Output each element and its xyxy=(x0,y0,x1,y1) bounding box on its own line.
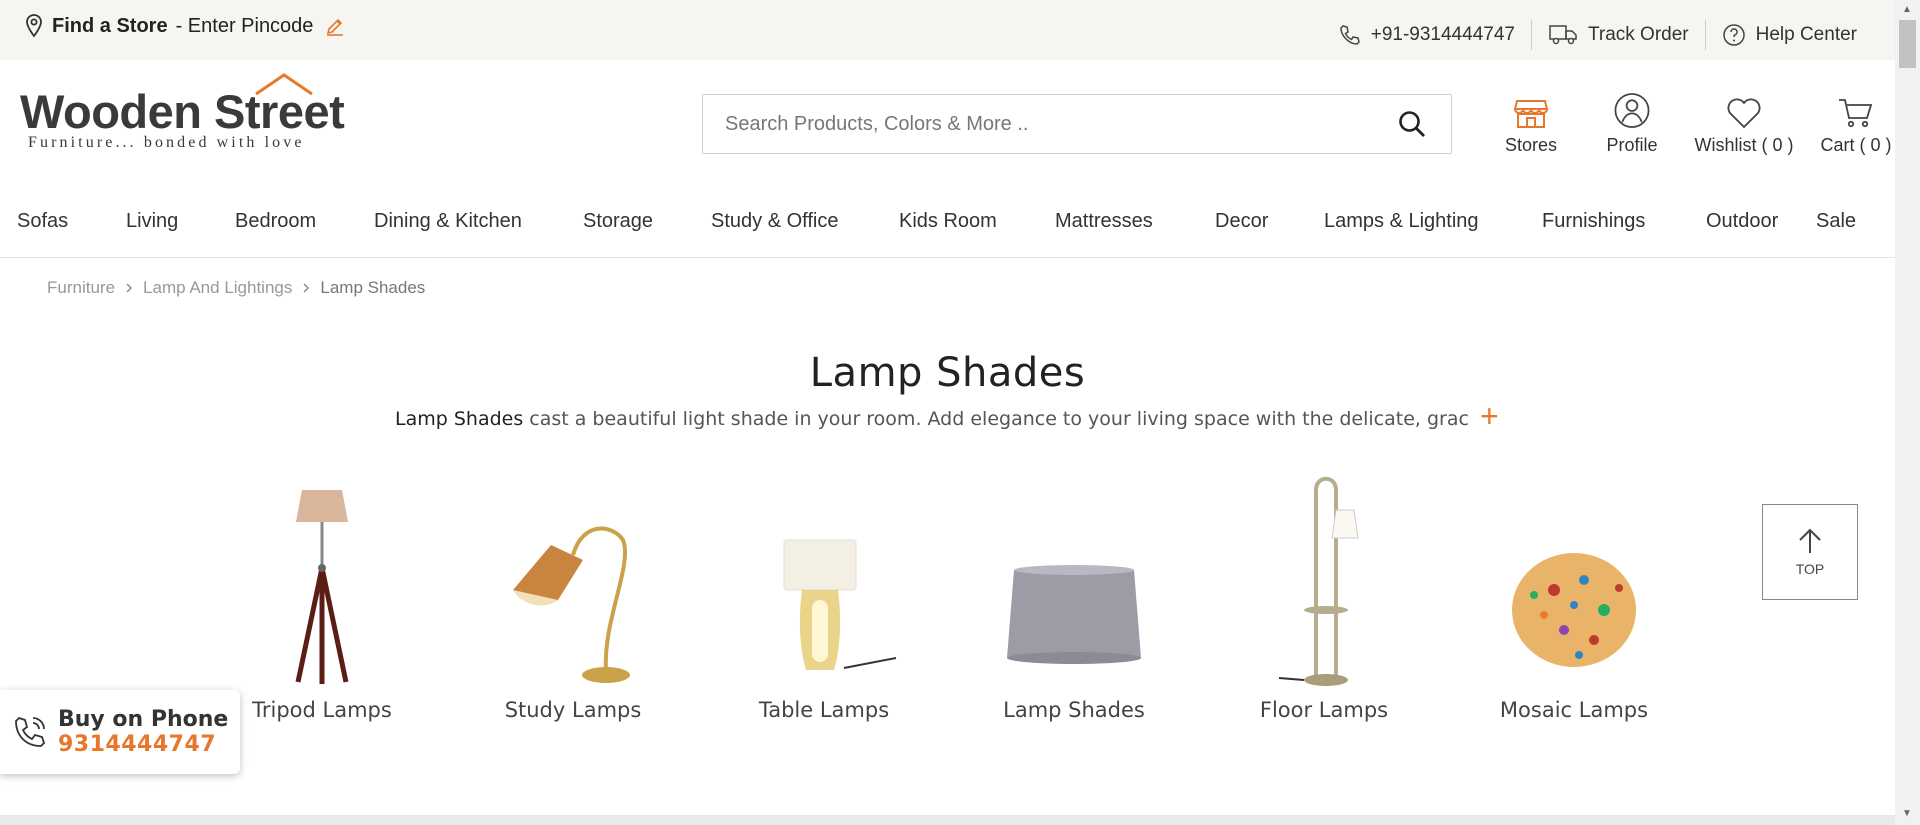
cart-label: Cart ( 0 ) xyxy=(1820,135,1892,155)
help-center-link[interactable]: Help Center xyxy=(1706,22,1873,48)
buy-on-phone-widget[interactable]: Buy on Phone 9314444747 xyxy=(0,690,240,774)
search-icon xyxy=(1399,111,1425,137)
logo-tagline: Furniture... bonded with love xyxy=(28,134,305,151)
tripod-lamp-image xyxy=(222,470,422,690)
category-tile-floor-lamps[interactable]: Floor Lamps xyxy=(1224,470,1424,750)
stores-button[interactable]: Stores xyxy=(1490,92,1572,156)
phone-link[interactable]: +91-9314444747 xyxy=(1323,22,1531,48)
breadcrumb-lamp-and-lightings[interactable]: Lamp And Lightings xyxy=(143,278,292,298)
nav-outdoor[interactable]: Outdoor xyxy=(1706,210,1778,233)
stores-label: Stores xyxy=(1504,135,1558,155)
nav-lamps-lighting[interactable]: Lamps & Lighting xyxy=(1324,210,1479,233)
expand-description-button[interactable]: + xyxy=(1480,400,1499,432)
category-description: Lamp Shades cast a beautiful light shade… xyxy=(395,408,1469,436)
search-input[interactable] xyxy=(725,112,1395,136)
nav-furnishings[interactable]: Furnishings xyxy=(1542,210,1645,233)
nav-bedroom[interactable]: Bedroom xyxy=(235,210,316,233)
search-button[interactable] xyxy=(1395,107,1429,141)
description-text: cast a beautiful light shade in your roo… xyxy=(523,408,1469,430)
question-circle-icon xyxy=(1722,24,1745,46)
location-pin-icon xyxy=(26,14,42,38)
help-center-label: Help Center xyxy=(1755,24,1857,45)
header-actions: Stores Profile Wishlist ( 0 ) Cart ( 0 ) xyxy=(1490,92,1896,156)
category-tile-mosaic-lamps[interactable]: Mosaic Lamps xyxy=(1474,470,1674,750)
nav-sale[interactable]: Sale xyxy=(1816,210,1856,233)
heart-icon xyxy=(1727,98,1761,129)
vertical-scrollbar[interactable]: ▲ ▼ xyxy=(1895,0,1920,825)
nav-living[interactable]: Living xyxy=(126,210,178,233)
phone-number: +91-9314444747 xyxy=(1370,24,1515,45)
breadcrumb-current: Lamp Shades xyxy=(320,278,426,297)
breadcrumb-furniture[interactable]: Furniture xyxy=(47,278,115,298)
category-label: Study Lamps xyxy=(504,698,642,722)
top-utility-bar: Find a Store - Enter Pincode +91-9314444… xyxy=(0,0,1895,60)
track-order-label: Track Order xyxy=(1587,24,1689,45)
category-tile-lamp-shades[interactable]: Lamp Shades xyxy=(974,470,1174,750)
category-label: Floor Lamps xyxy=(1259,698,1389,722)
table-lamp-image xyxy=(724,470,924,690)
nav-kids-room[interactable]: Kids Room xyxy=(899,210,997,233)
nav-mattresses[interactable]: Mattresses xyxy=(1055,210,1153,233)
top-label: TOP xyxy=(1795,561,1825,577)
nav-storage[interactable]: Storage xyxy=(583,210,653,233)
wooden-street-logo[interactable]: Wooden Street Furniture... bonded with l… xyxy=(20,72,350,162)
utility-links: +91-9314444747 Track Order Help Center xyxy=(1323,20,1873,50)
store-icon xyxy=(1514,100,1548,128)
category-tile-tripod-lamps[interactable]: Tripod Lamps xyxy=(222,470,422,750)
scroll-up-arrow-icon[interactable]: ▲ xyxy=(1902,4,1912,15)
page-title: Lamp Shades xyxy=(809,350,1086,396)
category-label: Mosaic Lamps xyxy=(1499,698,1649,722)
nav-decor[interactable]: Decor xyxy=(1215,210,1268,233)
phone-call-icon xyxy=(15,716,46,747)
nav-dining-kitchen[interactable]: Dining & Kitchen xyxy=(374,210,522,233)
buy-on-phone-number: 9314444747 xyxy=(58,732,217,757)
lamp-shade-image xyxy=(974,470,1174,690)
study-lamp-image xyxy=(473,470,673,690)
enter-pincode-label: - Enter Pincode xyxy=(175,14,314,37)
profile-button[interactable]: Profile xyxy=(1582,92,1682,156)
delivery-truck-icon xyxy=(1549,25,1577,45)
chevron-right-icon xyxy=(303,283,310,293)
phone-icon xyxy=(1339,25,1360,45)
cart-button[interactable]: Cart ( 0 ) xyxy=(1816,92,1896,156)
category-tile-study-lamps[interactable]: Study Lamps xyxy=(473,470,673,750)
find-store-label: Find a Store xyxy=(52,14,168,37)
find-store-link[interactable]: Find a Store - Enter Pincode xyxy=(24,14,345,38)
main-navigation: Sofas Living Bedroom Dining & Kitchen St… xyxy=(0,200,1895,258)
category-tile-table-lamps[interactable]: Table Lamps xyxy=(724,470,924,750)
user-profile-icon xyxy=(1614,93,1650,128)
breadcrumb: Furniture Lamp And Lightings Lamp Shades xyxy=(47,278,425,298)
category-label: Lamp Shades xyxy=(1003,698,1145,722)
arrow-up-icon xyxy=(1799,528,1821,553)
wishlist-label: Wishlist ( 0 ) xyxy=(1694,135,1794,155)
track-order-link[interactable]: Track Order xyxy=(1532,22,1705,48)
pencil-edit-icon[interactable] xyxy=(325,16,345,36)
nav-study-office[interactable]: Study & Office xyxy=(711,210,838,233)
subcategory-list: Tripod Lamps Study Lamps Table Lamps Lam… xyxy=(0,470,1895,750)
horizontal-scrollbar[interactable] xyxy=(0,815,1895,825)
buy-on-phone-label: Buy on Phone xyxy=(58,707,229,732)
profile-label: Profile xyxy=(1606,135,1658,155)
scroll-down-arrow-icon[interactable]: ▼ xyxy=(1902,808,1912,819)
shopping-cart-icon xyxy=(1839,99,1873,128)
nav-sofas[interactable]: Sofas xyxy=(17,210,68,233)
floor-lamp-image xyxy=(1224,470,1424,690)
wishlist-button[interactable]: Wishlist ( 0 ) xyxy=(1688,92,1800,156)
chevron-right-icon xyxy=(126,283,133,293)
category-label: Table Lamps xyxy=(758,698,890,722)
scrollbar-thumb[interactable] xyxy=(1899,20,1916,68)
description-highlight: Lamp Shades xyxy=(395,408,524,430)
logo-wordmark: Wooden Street xyxy=(20,85,345,138)
category-label: Tripod Lamps xyxy=(252,698,392,722)
search-bar xyxy=(702,94,1452,154)
mosaic-lamp-image xyxy=(1474,470,1674,690)
scroll-to-top-button[interactable]: TOP xyxy=(1762,504,1858,600)
